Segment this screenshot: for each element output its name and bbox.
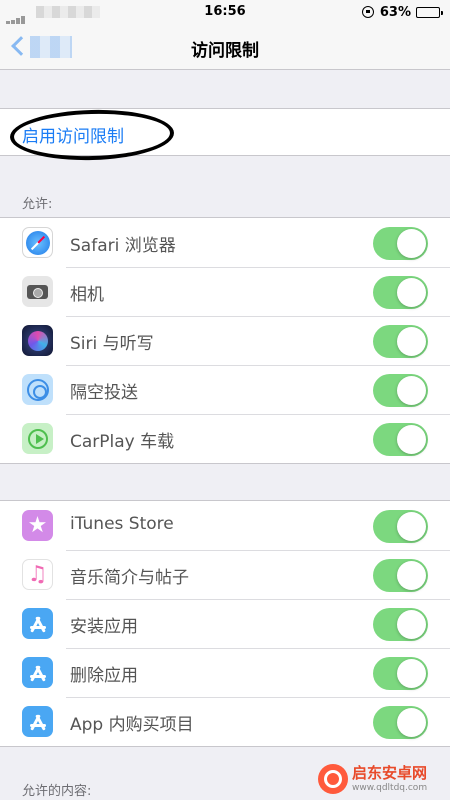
row-label: 音乐简介与帖子 bbox=[70, 568, 189, 588]
row-camera: 相机 bbox=[0, 267, 450, 316]
row-label: iTunes Store bbox=[70, 514, 174, 534]
battery-percent: 63% bbox=[379, 4, 411, 20]
watermark-logo-icon bbox=[318, 764, 348, 794]
store-list: ★ iTunes Store ♫ 音乐简介与帖子 安装应用 删除应用 App 内… bbox=[0, 500, 450, 747]
row-label: CarPlay 车载 bbox=[70, 432, 175, 452]
hand-drawn-circle-annotation bbox=[9, 107, 175, 163]
status-bar: 16:56 63% bbox=[0, 0, 450, 24]
camera-toggle[interactable] bbox=[373, 276, 428, 309]
safari-icon bbox=[22, 227, 53, 258]
carplay-icon bbox=[22, 423, 53, 454]
siri-toggle[interactable] bbox=[373, 325, 428, 358]
in-app-purchases-toggle[interactable] bbox=[373, 706, 428, 739]
row-label: Siri 与听写 bbox=[70, 334, 154, 354]
music-note-icon: ♫ bbox=[22, 559, 53, 590]
app-store-icon bbox=[22, 608, 53, 639]
camera-icon bbox=[22, 276, 53, 307]
allowed-content-header: 允许的内容: bbox=[22, 784, 92, 799]
row-label: 相机 bbox=[70, 285, 104, 305]
carplay-toggle[interactable] bbox=[373, 423, 428, 456]
music-profiles-toggle[interactable] bbox=[373, 559, 428, 592]
safari-toggle[interactable] bbox=[373, 227, 428, 260]
row-label: Safari 浏览器 bbox=[70, 236, 176, 256]
row-music-profiles: ♫ 音乐简介与帖子 bbox=[0, 550, 450, 599]
airdrop-icon bbox=[22, 374, 53, 405]
row-airdrop: 隔空投送 bbox=[0, 365, 450, 414]
allow-section-header: 允许: bbox=[22, 197, 53, 212]
battery-icon bbox=[416, 6, 443, 18]
enable-restrictions-group: 启用访问限制 bbox=[0, 107, 450, 163]
status-right: 63% bbox=[361, 4, 443, 20]
app-store-icon bbox=[22, 657, 53, 688]
allow-list: Safari 浏览器 相机 Siri 与听写 隔空投送 CarPlay 车载 bbox=[0, 217, 450, 464]
watermark: 启东安卓网 www.qdltdq.com bbox=[318, 758, 450, 800]
row-delete-apps: 删除应用 bbox=[0, 648, 450, 697]
row-siri: Siri 与听写 bbox=[0, 316, 450, 365]
siri-icon bbox=[22, 325, 53, 356]
app-store-icon bbox=[22, 706, 53, 737]
navigation-bar: 访问限制 bbox=[0, 24, 450, 70]
rotation-lock-icon bbox=[361, 6, 374, 18]
row-label: 安装应用 bbox=[70, 617, 138, 637]
install-apps-toggle[interactable] bbox=[373, 608, 428, 641]
row-install-apps: 安装应用 bbox=[0, 599, 450, 648]
row-label: 删除应用 bbox=[70, 666, 138, 686]
row-label: App 内购买项目 bbox=[70, 715, 194, 735]
itunes-star-icon: ★ bbox=[22, 510, 53, 541]
delete-apps-toggle[interactable] bbox=[373, 657, 428, 690]
watermark-url: www.qdltdq.com bbox=[352, 782, 428, 793]
watermark-name: 启东安卓网 bbox=[352, 763, 428, 782]
airdrop-toggle[interactable] bbox=[373, 374, 428, 407]
page-title: 访问限制 bbox=[191, 41, 259, 61]
row-carplay: CarPlay 车载 bbox=[0, 414, 450, 463]
row-in-app-purchases: App 内购买项目 bbox=[0, 697, 450, 746]
itunes-store-toggle[interactable] bbox=[373, 510, 428, 543]
row-label: 隔空投送 bbox=[70, 383, 138, 403]
row-safari: Safari 浏览器 bbox=[0, 218, 450, 267]
row-itunes-store: ★ iTunes Store bbox=[0, 501, 450, 550]
